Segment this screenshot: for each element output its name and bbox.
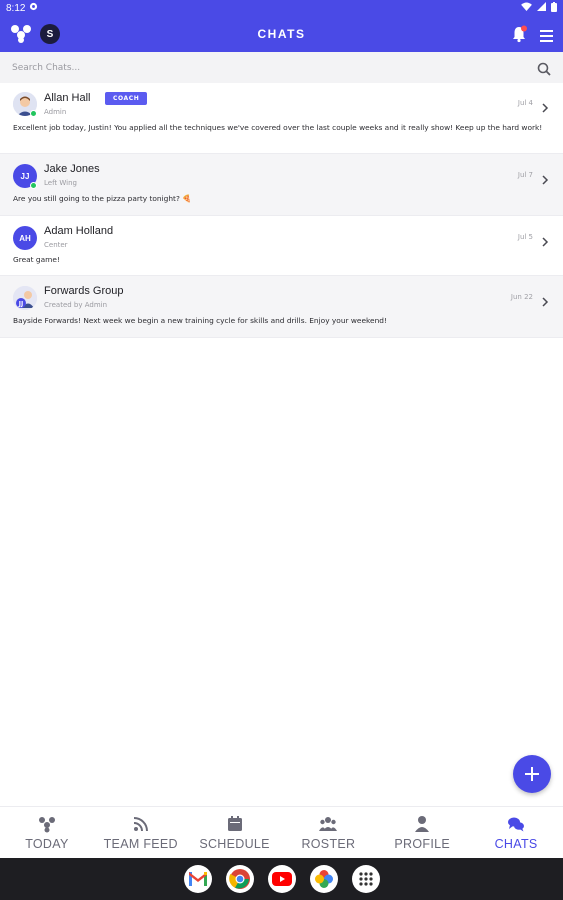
chat-item-allan-hall[interactable]: Allan Hall COACH Admin Jul 4 Excellent j… <box>0 84 563 154</box>
youtube-app-icon[interactable] <box>267 865 296 893</box>
nav-label: PROFILE <box>394 836 451 851</box>
nav-label: CHATS <box>494 836 538 851</box>
nav-profile[interactable]: PROFILE <box>375 807 469 858</box>
chevron-right-icon <box>541 170 549 185</box>
hamburger-menu-icon[interactable] <box>540 27 553 42</box>
chat-subtitle: Left Wing <box>44 179 77 187</box>
chat-name: Allan Hall <box>44 92 91 104</box>
chats-icon <box>508 817 525 831</box>
page-title: CHATS <box>257 27 306 41</box>
avatar: AH <box>13 226 37 250</box>
chat-subtitle: Center <box>44 241 68 249</box>
group-avatar: JJ <box>13 286 37 310</box>
online-status-dot <box>30 110 37 117</box>
chevron-right-icon <box>541 292 549 307</box>
chat-date: Jun 22 <box>510 293 533 301</box>
roster-icon <box>319 816 338 831</box>
plus-icon <box>525 767 539 781</box>
chat-date: Jul 5 <box>517 233 533 241</box>
chat-list: Allan Hall COACH Admin Jul 4 Excellent j… <box>0 84 563 338</box>
chrome-app-icon[interactable] <box>225 865 254 893</box>
today-icon <box>38 816 55 832</box>
signal-icon <box>537 2 546 14</box>
wifi-icon <box>521 2 532 14</box>
search-bar <box>0 52 563 83</box>
status-bar: 8:12 <box>0 0 563 16</box>
nav-label: SCHEDULE <box>199 836 270 851</box>
system-dock <box>0 858 563 900</box>
chat-subtitle: Created by Admin <box>44 301 108 309</box>
feed-icon <box>133 816 148 831</box>
chevron-right-icon <box>541 98 549 113</box>
nav-team-feed[interactable]: TEAM FEED <box>94 807 188 858</box>
coach-badge: COACH <box>105 92 148 105</box>
chat-date: Jul 4 <box>517 99 533 107</box>
app-bar: S CHATS <box>0 16 563 52</box>
nav-label: TODAY <box>25 836 69 851</box>
nav-roster[interactable]: ROSTER <box>281 807 375 858</box>
search-input[interactable] <box>12 62 537 73</box>
chevron-right-icon <box>541 232 549 247</box>
nav-label: TEAM FEED <box>103 836 178 851</box>
nav-today[interactable]: TODAY <box>0 807 94 858</box>
chat-message-preview: Bayside Forwards! Next week we begin a n… <box>13 316 387 325</box>
chat-item-adam-holland[interactable]: AH Adam Holland Center Jul 5 Great game! <box>0 216 563 276</box>
nav-schedule[interactable]: SCHEDULE <box>188 807 282 858</box>
chat-message-preview: Are you still going to the pizza party t… <box>13 194 192 203</box>
new-chat-button[interactable] <box>513 755 551 793</box>
gmail-app-icon[interactable] <box>183 865 212 893</box>
bottom-navigation: TODAY TEAM FEED SCHEDULE ROSTER PROFILE … <box>0 806 563 858</box>
battery-icon <box>551 1 557 15</box>
nav-chats[interactable]: CHATS <box>469 807 563 858</box>
chat-item-jake-jones[interactable]: JJ Jake Jones Left Wing Jul 7 Are you st… <box>0 154 563 216</box>
chat-item-forwards-group[interactable]: JJ Forwards Group Created by Admin Jun 2… <box>0 276 563 338</box>
photos-app-icon[interactable] <box>309 865 338 893</box>
nav-label: ROSTER <box>301 836 356 851</box>
svg-text:JJ: JJ <box>18 301 23 308</box>
chat-message-preview: Great game! <box>13 255 60 264</box>
team-switcher-avatar[interactable]: S <box>40 24 60 44</box>
profile-icon <box>415 815 430 832</box>
notifications-bell-icon[interactable] <box>510 25 528 43</box>
search-icon[interactable] <box>537 61 551 76</box>
chat-subtitle: Admin <box>44 108 67 116</box>
chat-name: Jake Jones <box>44 163 100 175</box>
notification-indicator-icon <box>29 2 38 14</box>
app-logo-icon[interactable] <box>10 24 32 44</box>
online-status-dot <box>30 182 37 189</box>
app-drawer-icon[interactable] <box>351 865 380 893</box>
calendar-icon <box>227 815 242 831</box>
chat-name: Forwards Group <box>44 285 124 297</box>
chat-message-preview: Excellent job today, Justin! You applied… <box>13 123 543 132</box>
chat-name: Adam Holland <box>44 225 114 237</box>
chat-date: Jul 7 <box>517 171 533 179</box>
status-time: 8:12 <box>6 2 26 14</box>
